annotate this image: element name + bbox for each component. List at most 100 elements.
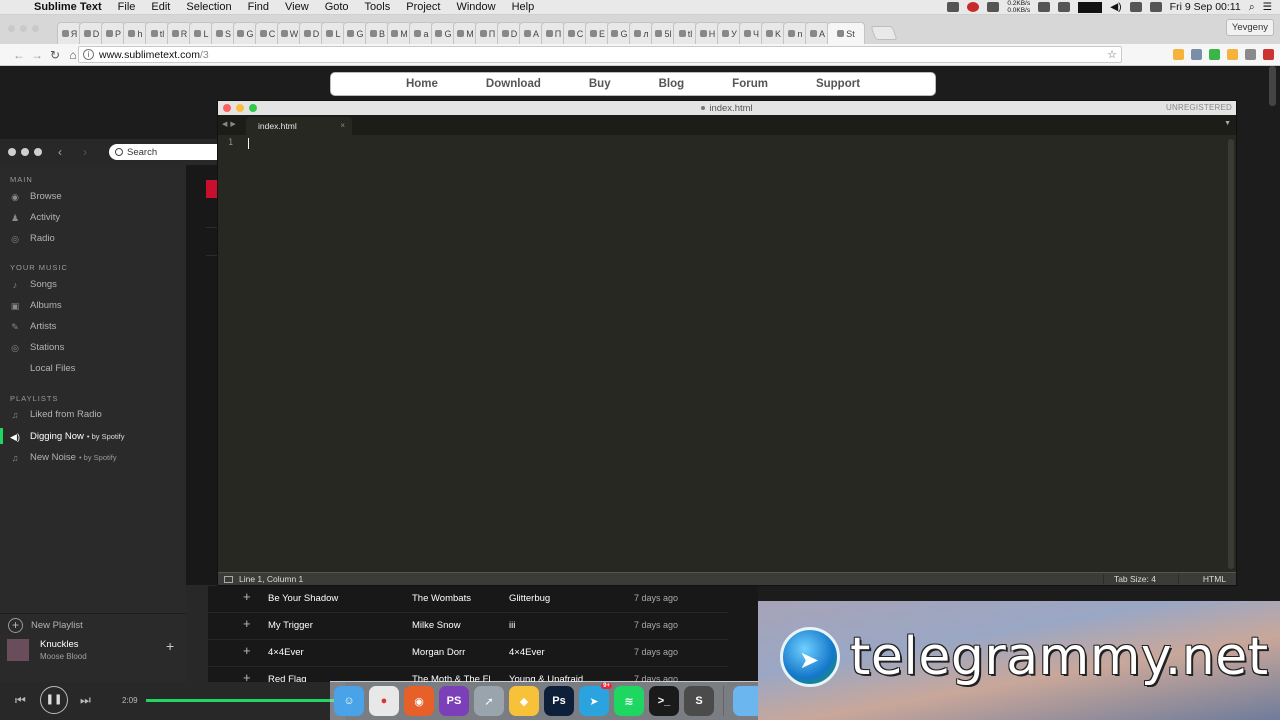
minimize-window-icon[interactable] xyxy=(236,104,244,112)
menu-file[interactable]: File xyxy=(110,1,144,13)
sidebar-item-browse[interactable]: ◉ Browse xyxy=(10,191,62,202)
now-playing-title[interactable]: Knuckles xyxy=(40,639,79,650)
tab-menu-arrow-icon[interactable]: ▼ xyxy=(1224,120,1231,127)
extension-icon[interactable] xyxy=(1191,49,1202,60)
dock-app-launchpad-icon[interactable]: ➚ xyxy=(474,686,504,716)
close-window-icon[interactable] xyxy=(8,25,15,32)
menu-window[interactable]: Window xyxy=(448,1,503,13)
minimize-window-icon[interactable] xyxy=(21,148,29,156)
new-playlist-button[interactable]: + New Playlist xyxy=(8,618,83,633)
dock-app-photoshop-icon[interactable]: Ps xyxy=(544,686,574,716)
sidebar-item-albums[interactable]: ▣ Albums xyxy=(10,300,62,311)
network-speed[interactable]: 0.2KB/s 0.0KB/s xyxy=(1007,0,1030,14)
add-to-library-icon[interactable]: + xyxy=(166,638,174,654)
spotlight-search-icon[interactable]: ⌕ xyxy=(1249,1,1255,14)
close-tab-icon[interactable]: × xyxy=(340,121,345,130)
menu-app-name[interactable]: Sublime Text xyxy=(26,1,110,13)
nav-home-link[interactable]: Home xyxy=(406,78,438,90)
tab-index-html[interactable]: index.html × xyxy=(246,117,352,135)
editor-text-area[interactable]: 1 xyxy=(218,136,1226,573)
dock-app-chrome-icon[interactable]: ● xyxy=(369,686,399,716)
track-album[interactable]: 4×4Ever xyxy=(509,647,545,658)
playlist-liked-from-radio[interactable]: ♫ Liked from Radio xyxy=(10,409,102,420)
sidebar-item-local-files[interactable]: Local Files xyxy=(10,363,75,374)
battery-icon[interactable] xyxy=(1149,2,1162,12)
profile-button[interactable]: Yevgeny xyxy=(1225,19,1274,36)
zoom-window-icon[interactable] xyxy=(34,148,42,156)
back-arrow-icon[interactable]: ← xyxy=(10,48,28,62)
camera-icon[interactable] xyxy=(987,2,1000,12)
page-scrollbar[interactable] xyxy=(1269,66,1276,106)
extension-icon[interactable] xyxy=(1173,49,1184,60)
pause-button[interactable]: ❚❚ xyxy=(40,686,68,714)
address-bar[interactable]: i www.sublimetext.com/3 ☆ xyxy=(78,46,1122,63)
sidebar-item-stations[interactable]: ◎ Stations xyxy=(10,342,64,353)
now-playing-artist[interactable]: Moose Blood xyxy=(40,652,87,661)
dock-app-sketch-icon[interactable]: ◆ xyxy=(509,686,539,716)
tab-navigation-arrows-icon[interactable]: ◀▶ xyxy=(222,120,239,128)
track-album[interactable]: Glitterbug xyxy=(509,593,550,604)
track-artist[interactable]: The Wombats xyxy=(412,593,471,604)
nav-blog-link[interactable]: Blog xyxy=(659,78,685,90)
upload-icon[interactable] xyxy=(1038,2,1051,12)
menu-help[interactable]: Help xyxy=(504,1,543,13)
new-tab-button[interactable] xyxy=(870,26,898,40)
menu-edit[interactable]: Edit xyxy=(143,1,178,13)
notification-center-icon[interactable]: ☰ xyxy=(1263,1,1272,13)
info-icon[interactable]: i xyxy=(83,49,94,60)
gamepad-icon[interactable] xyxy=(947,2,960,12)
playlist-digging-now[interactable]: ◀) Digging Now • by Spotify xyxy=(10,431,125,442)
nav-buy-link[interactable]: Buy xyxy=(589,78,611,90)
add-track-icon[interactable]: + xyxy=(243,589,251,604)
editor-scrollbar[interactable] xyxy=(1228,139,1234,569)
menu-view[interactable]: View xyxy=(277,1,317,13)
close-window-icon[interactable] xyxy=(8,148,16,156)
add-track-icon[interactable]: + xyxy=(243,643,251,658)
dock-app-sublime-text-icon[interactable]: S xyxy=(684,686,714,716)
table-row[interactable]: + My Trigger Milke Snow iii 7 days ago xyxy=(208,613,728,640)
minimize-window-icon[interactable] xyxy=(20,25,27,32)
syntax-selector[interactable]: HTML xyxy=(1177,574,1226,584)
previous-track-icon[interactable]: ⏮ xyxy=(15,693,26,708)
sidebar-item-activity[interactable]: ♟ Activity xyxy=(10,212,60,223)
menu-goto[interactable]: Goto xyxy=(317,1,357,13)
track-artist[interactable]: Milke Snow xyxy=(412,620,461,631)
next-track-icon[interactable]: ⏭ xyxy=(80,693,91,708)
dock-app-spotify-icon[interactable]: ≋ xyxy=(614,686,644,716)
tab-size-selector[interactable]: Tab Size: 4 xyxy=(1102,574,1156,584)
table-row[interactable]: + Be Your Shadow The Wombats Glitterbug … xyxy=(208,586,728,613)
search-input[interactable]: Search xyxy=(109,144,217,160)
zoom-window-icon[interactable] xyxy=(249,104,257,112)
dock-app-firefox-icon[interactable]: ◉ xyxy=(404,686,434,716)
forward-arrow-icon[interactable]: → xyxy=(28,48,46,62)
sidebar-item-radio[interactable]: ◎ Radio xyxy=(10,233,55,244)
playlist-cover[interactable] xyxy=(206,180,217,198)
menu-selection[interactable]: Selection xyxy=(178,1,239,13)
menu-tools[interactable]: Tools xyxy=(357,1,399,13)
record-icon[interactable] xyxy=(967,2,980,12)
track-album[interactable]: iii xyxy=(509,620,515,631)
extension-icon[interactable] xyxy=(1263,49,1274,60)
cpu-graph-icon[interactable] xyxy=(1078,1,1103,13)
add-track-icon[interactable]: + xyxy=(243,670,251,682)
table-row[interactable]: + 4×4Ever Morgan Dorr 4×4Ever 7 days ago xyxy=(208,640,728,667)
extension-icon[interactable] xyxy=(1245,49,1256,60)
reload-icon[interactable]: ↻ xyxy=(46,48,64,62)
volume-icon[interactable]: ◀) xyxy=(1110,1,1122,13)
dock-app-finder-icon[interactable]: ☺ xyxy=(334,686,364,716)
clipboard-icon[interactable] xyxy=(1058,2,1071,12)
menu-find[interactable]: Find xyxy=(240,1,277,13)
extension-icon[interactable] xyxy=(1227,49,1238,60)
track-artist[interactable]: Morgan Dorr xyxy=(412,647,465,658)
table-row[interactable]: + Red Flag The Moth & The Fl Young & Una… xyxy=(208,667,728,682)
sidebar-item-artists[interactable]: ✎ Artists xyxy=(10,321,56,332)
browser-tab[interactable]: St xyxy=(827,22,865,44)
zoom-window-icon[interactable] xyxy=(32,25,39,32)
back-chevron-icon[interactable]: ‹ xyxy=(58,145,62,159)
playback-progress-bar[interactable] xyxy=(146,699,345,702)
dock-app-telegram-icon[interactable]: ➤ 9+ xyxy=(579,683,612,716)
dock-app-phpstorm-icon[interactable]: PS xyxy=(439,686,469,716)
dock-app-terminal-icon[interactable]: >_ xyxy=(649,686,679,716)
bookmark-star-icon[interactable]: ☆ xyxy=(1107,48,1117,61)
nav-download-link[interactable]: Download xyxy=(486,78,541,90)
